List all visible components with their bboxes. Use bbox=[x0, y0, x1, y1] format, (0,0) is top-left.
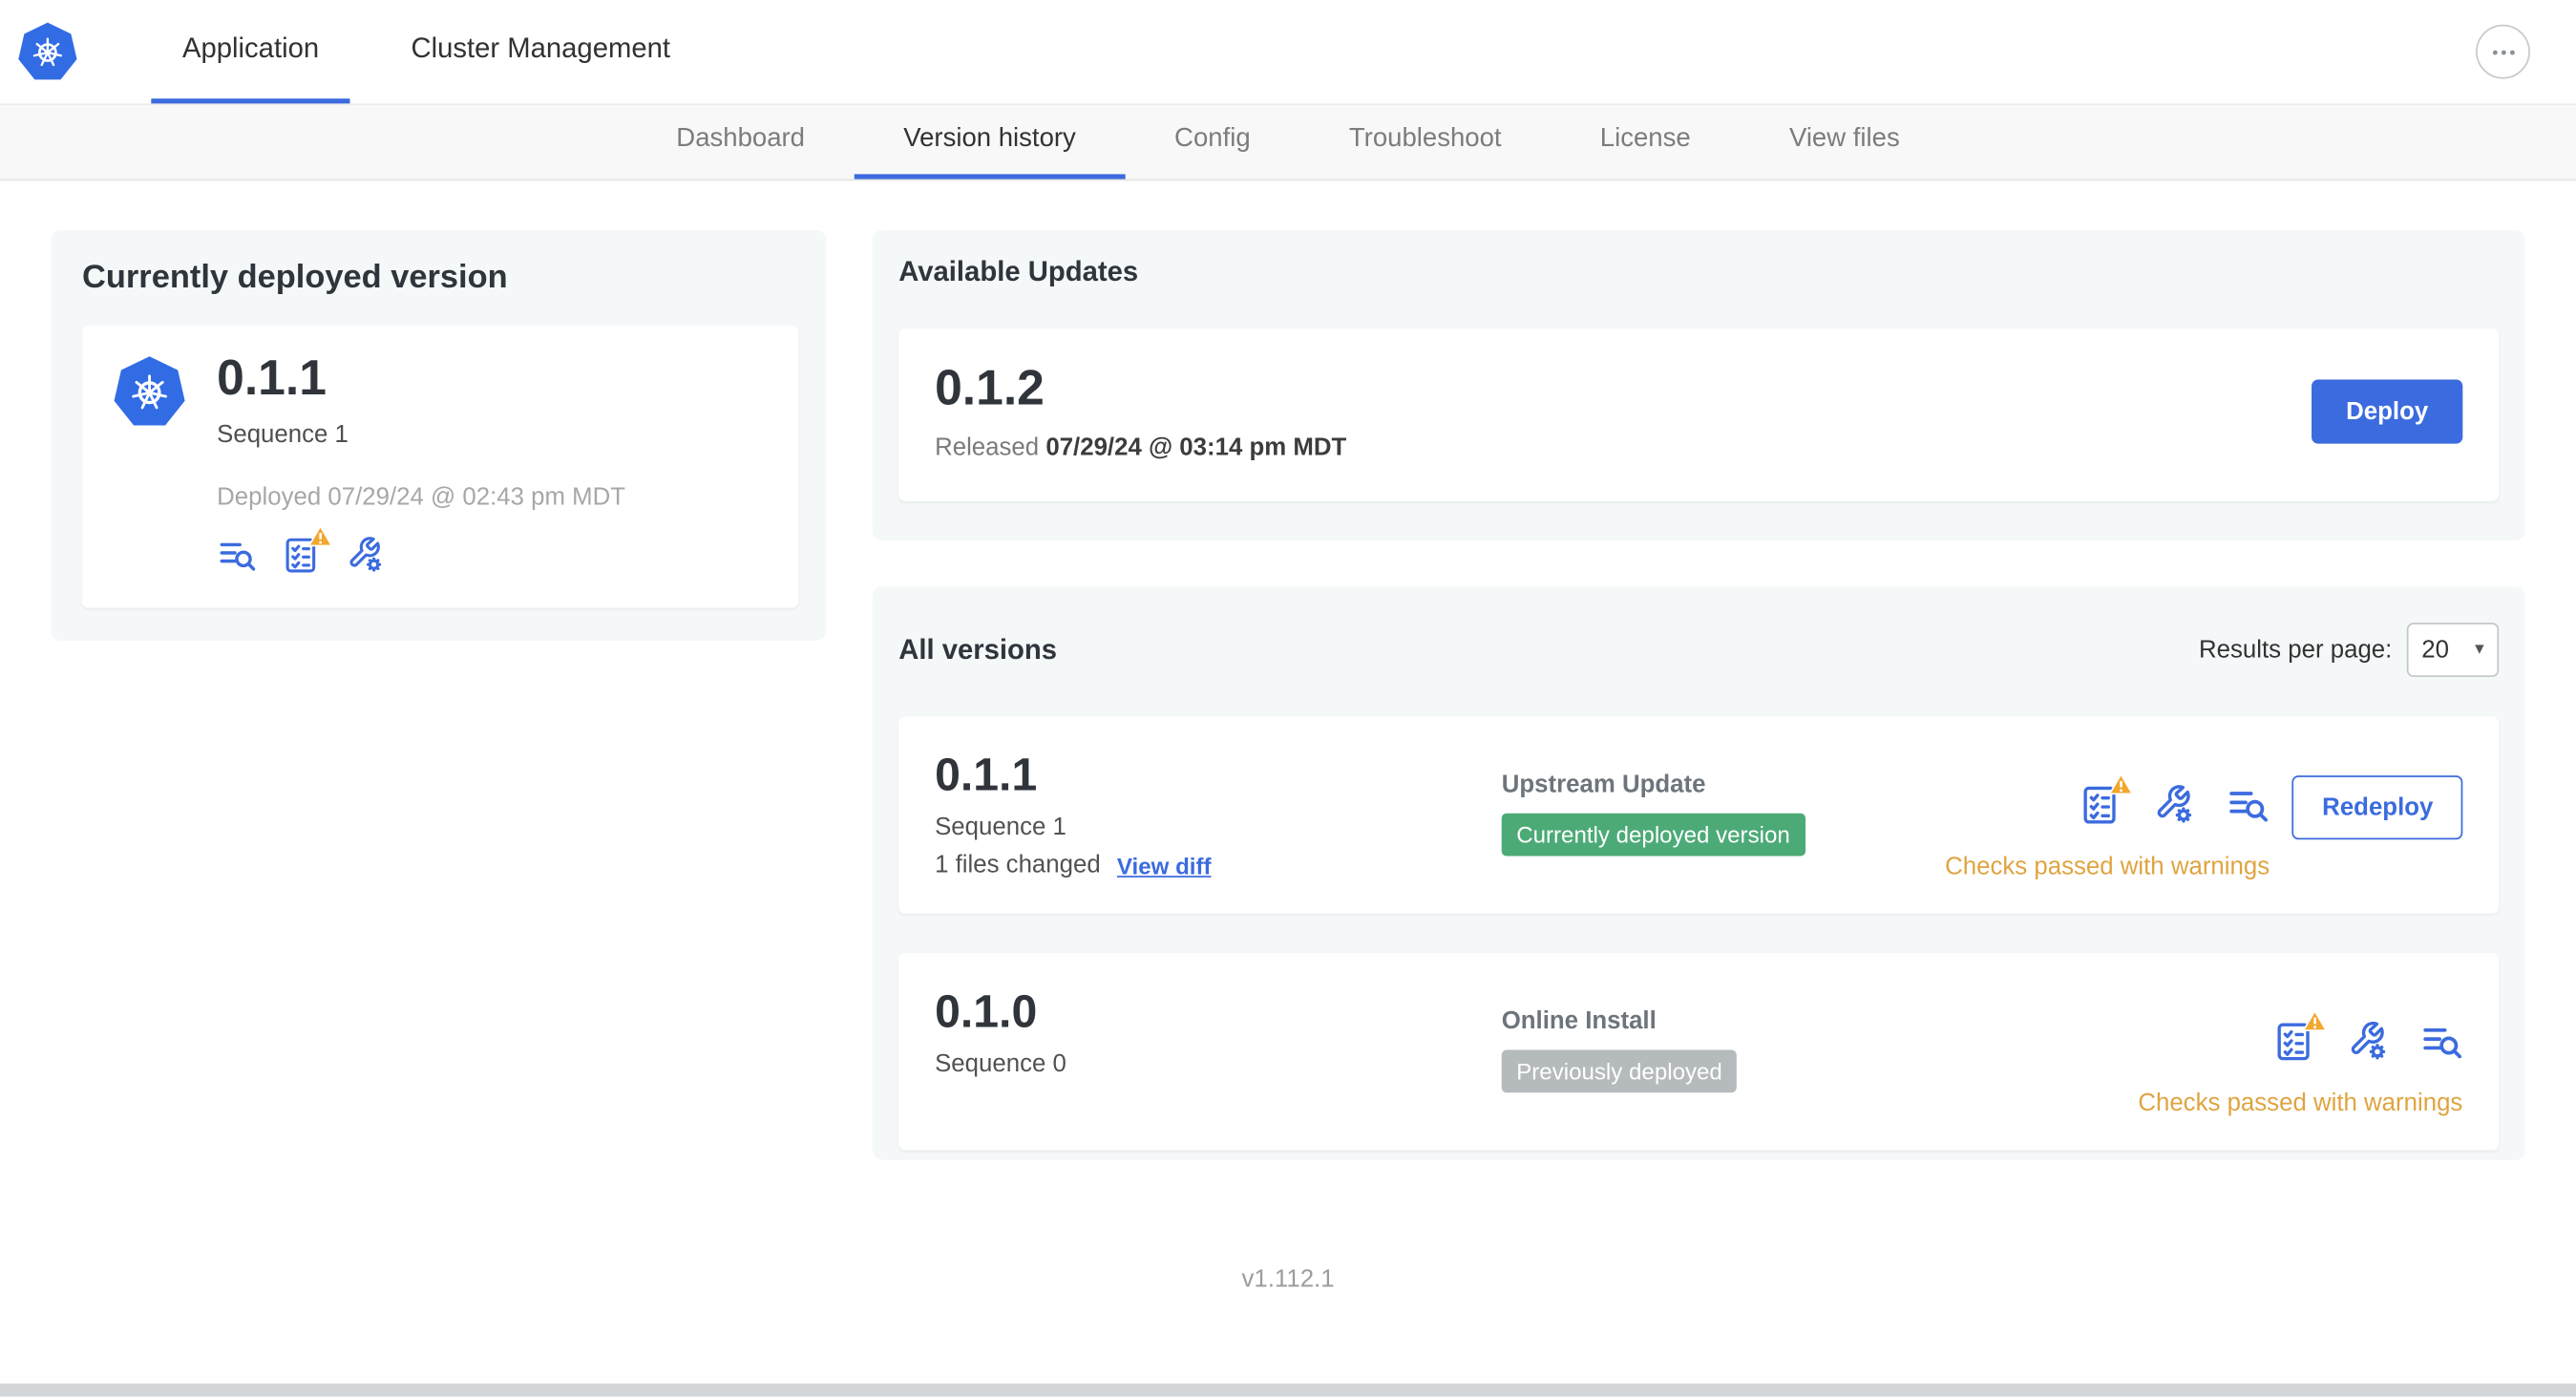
bottom-edge-strip bbox=[0, 1383, 2576, 1397]
version-row-left: 0.1.0 Sequence 0 bbox=[935, 985, 1502, 1117]
kubernetes-version-icon bbox=[114, 356, 185, 426]
ellipsis-icon bbox=[2492, 49, 2514, 54]
checks-status-text: Checks passed with warnings bbox=[1945, 853, 2270, 881]
top-header: Application Cluster Management bbox=[0, 0, 2576, 104]
subnav-tab-troubleshoot[interactable]: Troubleshoot bbox=[1299, 105, 1551, 179]
version-row-right: Checks passed with warnings Redeploy bbox=[1945, 750, 2463, 881]
released-label: Released bbox=[935, 434, 1040, 462]
row-action-icons bbox=[2080, 773, 2270, 827]
version-row-middle: Online Install Previously deployed bbox=[1501, 985, 2139, 1117]
currently-deployed-panel: Currently deployed version 0.1.1 Sequenc… bbox=[51, 229, 827, 642]
versions-column: Available Updates 0.1.2 Released 07/29/2… bbox=[872, 229, 2525, 1160]
tab-application[interactable]: Application bbox=[151, 0, 350, 104]
row-version-number: 0.1.1 bbox=[935, 749, 1038, 800]
row-action-icons bbox=[2272, 1008, 2463, 1064]
preflight-checklist-icon[interactable] bbox=[281, 524, 333, 575]
deployed-version-card: 0.1.1 Sequence 1 Deployed 07/29/24 @ 02:… bbox=[82, 325, 799, 608]
preflight-checklist-icon[interactable] bbox=[2080, 773, 2135, 827]
more-options-button[interactable] bbox=[2476, 24, 2530, 79]
update-card: 0.1.2 Released 07/29/24 @ 03:14 pm MDT D… bbox=[898, 328, 2500, 501]
chevron-down-icon: ▾ bbox=[2475, 639, 2484, 660]
deploy-button[interactable]: Deploy bbox=[2311, 379, 2463, 444]
header-right bbox=[2476, 0, 2530, 103]
previously-deployed-badge: Previously deployed bbox=[1501, 1049, 1738, 1093]
deployed-version-sequence: Sequence 1 bbox=[217, 420, 348, 449]
row-icons-and-status: Checks passed with warnings bbox=[2138, 1008, 2463, 1118]
row-files-line: 1 files changed View diff bbox=[935, 851, 1502, 878]
subnav-tab-version-history[interactable]: Version history bbox=[854, 105, 1126, 180]
update-version-number: 0.1.2 bbox=[935, 361, 1045, 416]
results-per-page-label: Results per page: bbox=[2199, 635, 2393, 665]
subnav-tab-view-files[interactable]: View files bbox=[1740, 105, 1949, 179]
update-released-line: Released 07/29/24 @ 03:14 pm MDT bbox=[935, 434, 1346, 461]
checks-status-text: Checks passed with warnings bbox=[2138, 1089, 2463, 1118]
all-versions-header: All versions Results per page: 20 ▾ bbox=[898, 623, 2500, 677]
results-per-page-value: 20 bbox=[2421, 635, 2450, 665]
app-window: Application Cluster Management Dashboard… bbox=[0, 0, 2576, 1397]
tab-cluster-management[interactable]: Cluster Management bbox=[380, 0, 702, 103]
files-changed-label: 1 files changed bbox=[935, 851, 1101, 879]
all-versions-panel: All versions Results per page: 20 ▾ 0.1.… bbox=[872, 586, 2525, 1160]
config-wrench-icon[interactable] bbox=[2346, 1021, 2389, 1064]
row-icons-and-status: Checks passed with warnings bbox=[1945, 773, 2270, 881]
all-versions-title: All versions bbox=[898, 633, 1058, 666]
row-sequence: Sequence 0 bbox=[935, 1049, 1066, 1078]
row-source-label: Online Install bbox=[1501, 1006, 1657, 1036]
view-logs-icon[interactable] bbox=[2227, 784, 2270, 827]
kubernetes-logo-icon bbox=[16, 0, 78, 103]
app-version-footer: v1.112.1 bbox=[1241, 1264, 1335, 1294]
deployed-version-number: 0.1.1 bbox=[217, 351, 327, 407]
deployed-version-details: 0.1.1 Sequence 1 Deployed 07/29/24 @ 02:… bbox=[217, 351, 625, 575]
row-version-number: 0.1.0 bbox=[935, 985, 1038, 1037]
version-row: 0.1.0 Sequence 0 Online Install Previous… bbox=[898, 953, 2500, 1151]
app-subnav: Dashboard Version history Config Trouble… bbox=[0, 103, 2576, 181]
version-row-left: 0.1.1 Sequence 1 1 files changed View di… bbox=[935, 750, 1502, 881]
version-row-middle: Upstream Update Currently deployed versi… bbox=[1501, 750, 1945, 881]
subnav-tab-config[interactable]: Config bbox=[1125, 105, 1299, 179]
available-updates-panel: Available Updates 0.1.2 Released 07/29/2… bbox=[872, 229, 2525, 541]
row-sequence: Sequence 1 bbox=[935, 813, 1066, 841]
available-updates-title: Available Updates bbox=[898, 256, 1139, 288]
deployed-version-date: Deployed 07/29/24 @ 02:43 pm MDT bbox=[217, 482, 626, 512]
main-content: Currently deployed version 0.1.1 Sequenc… bbox=[0, 180, 2576, 1160]
subnav-tab-license[interactable]: License bbox=[1551, 105, 1740, 179]
deployed-version-actions bbox=[217, 524, 625, 575]
version-row: 0.1.1 Sequence 1 1 files changed View di… bbox=[898, 716, 2500, 914]
header-tabs: Application Cluster Management bbox=[151, 0, 702, 104]
update-details: 0.1.2 Released 07/29/24 @ 03:14 pm MDT bbox=[935, 362, 1346, 462]
config-wrench-icon[interactable] bbox=[2153, 784, 2196, 827]
view-diff-link[interactable]: View diff bbox=[1117, 852, 1212, 878]
released-date: 07/29/24 @ 03:14 pm MDT bbox=[1045, 434, 1347, 462]
config-wrench-icon[interactable] bbox=[345, 536, 384, 575]
row-source-label: Upstream Update bbox=[1501, 771, 1706, 799]
subnav-tab-dashboard[interactable]: Dashboard bbox=[627, 105, 855, 179]
currently-deployed-title: Currently deployed version bbox=[82, 259, 508, 296]
version-row-right: Checks passed with warnings bbox=[2138, 985, 2462, 1117]
results-per-page: Results per page: 20 ▾ bbox=[2199, 623, 2500, 677]
preflight-checklist-icon[interactable] bbox=[2272, 1008, 2328, 1064]
current-version-column: Currently deployed version 0.1.1 Sequenc… bbox=[51, 229, 827, 642]
deployed-status-badge: Currently deployed version bbox=[1501, 813, 1805, 857]
view-logs-icon[interactable] bbox=[2420, 1021, 2463, 1064]
results-per-page-select[interactable]: 20 ▾ bbox=[2406, 623, 2500, 677]
view-logs-icon[interactable] bbox=[217, 536, 256, 575]
redeploy-button[interactable]: Redeploy bbox=[2292, 775, 2463, 840]
